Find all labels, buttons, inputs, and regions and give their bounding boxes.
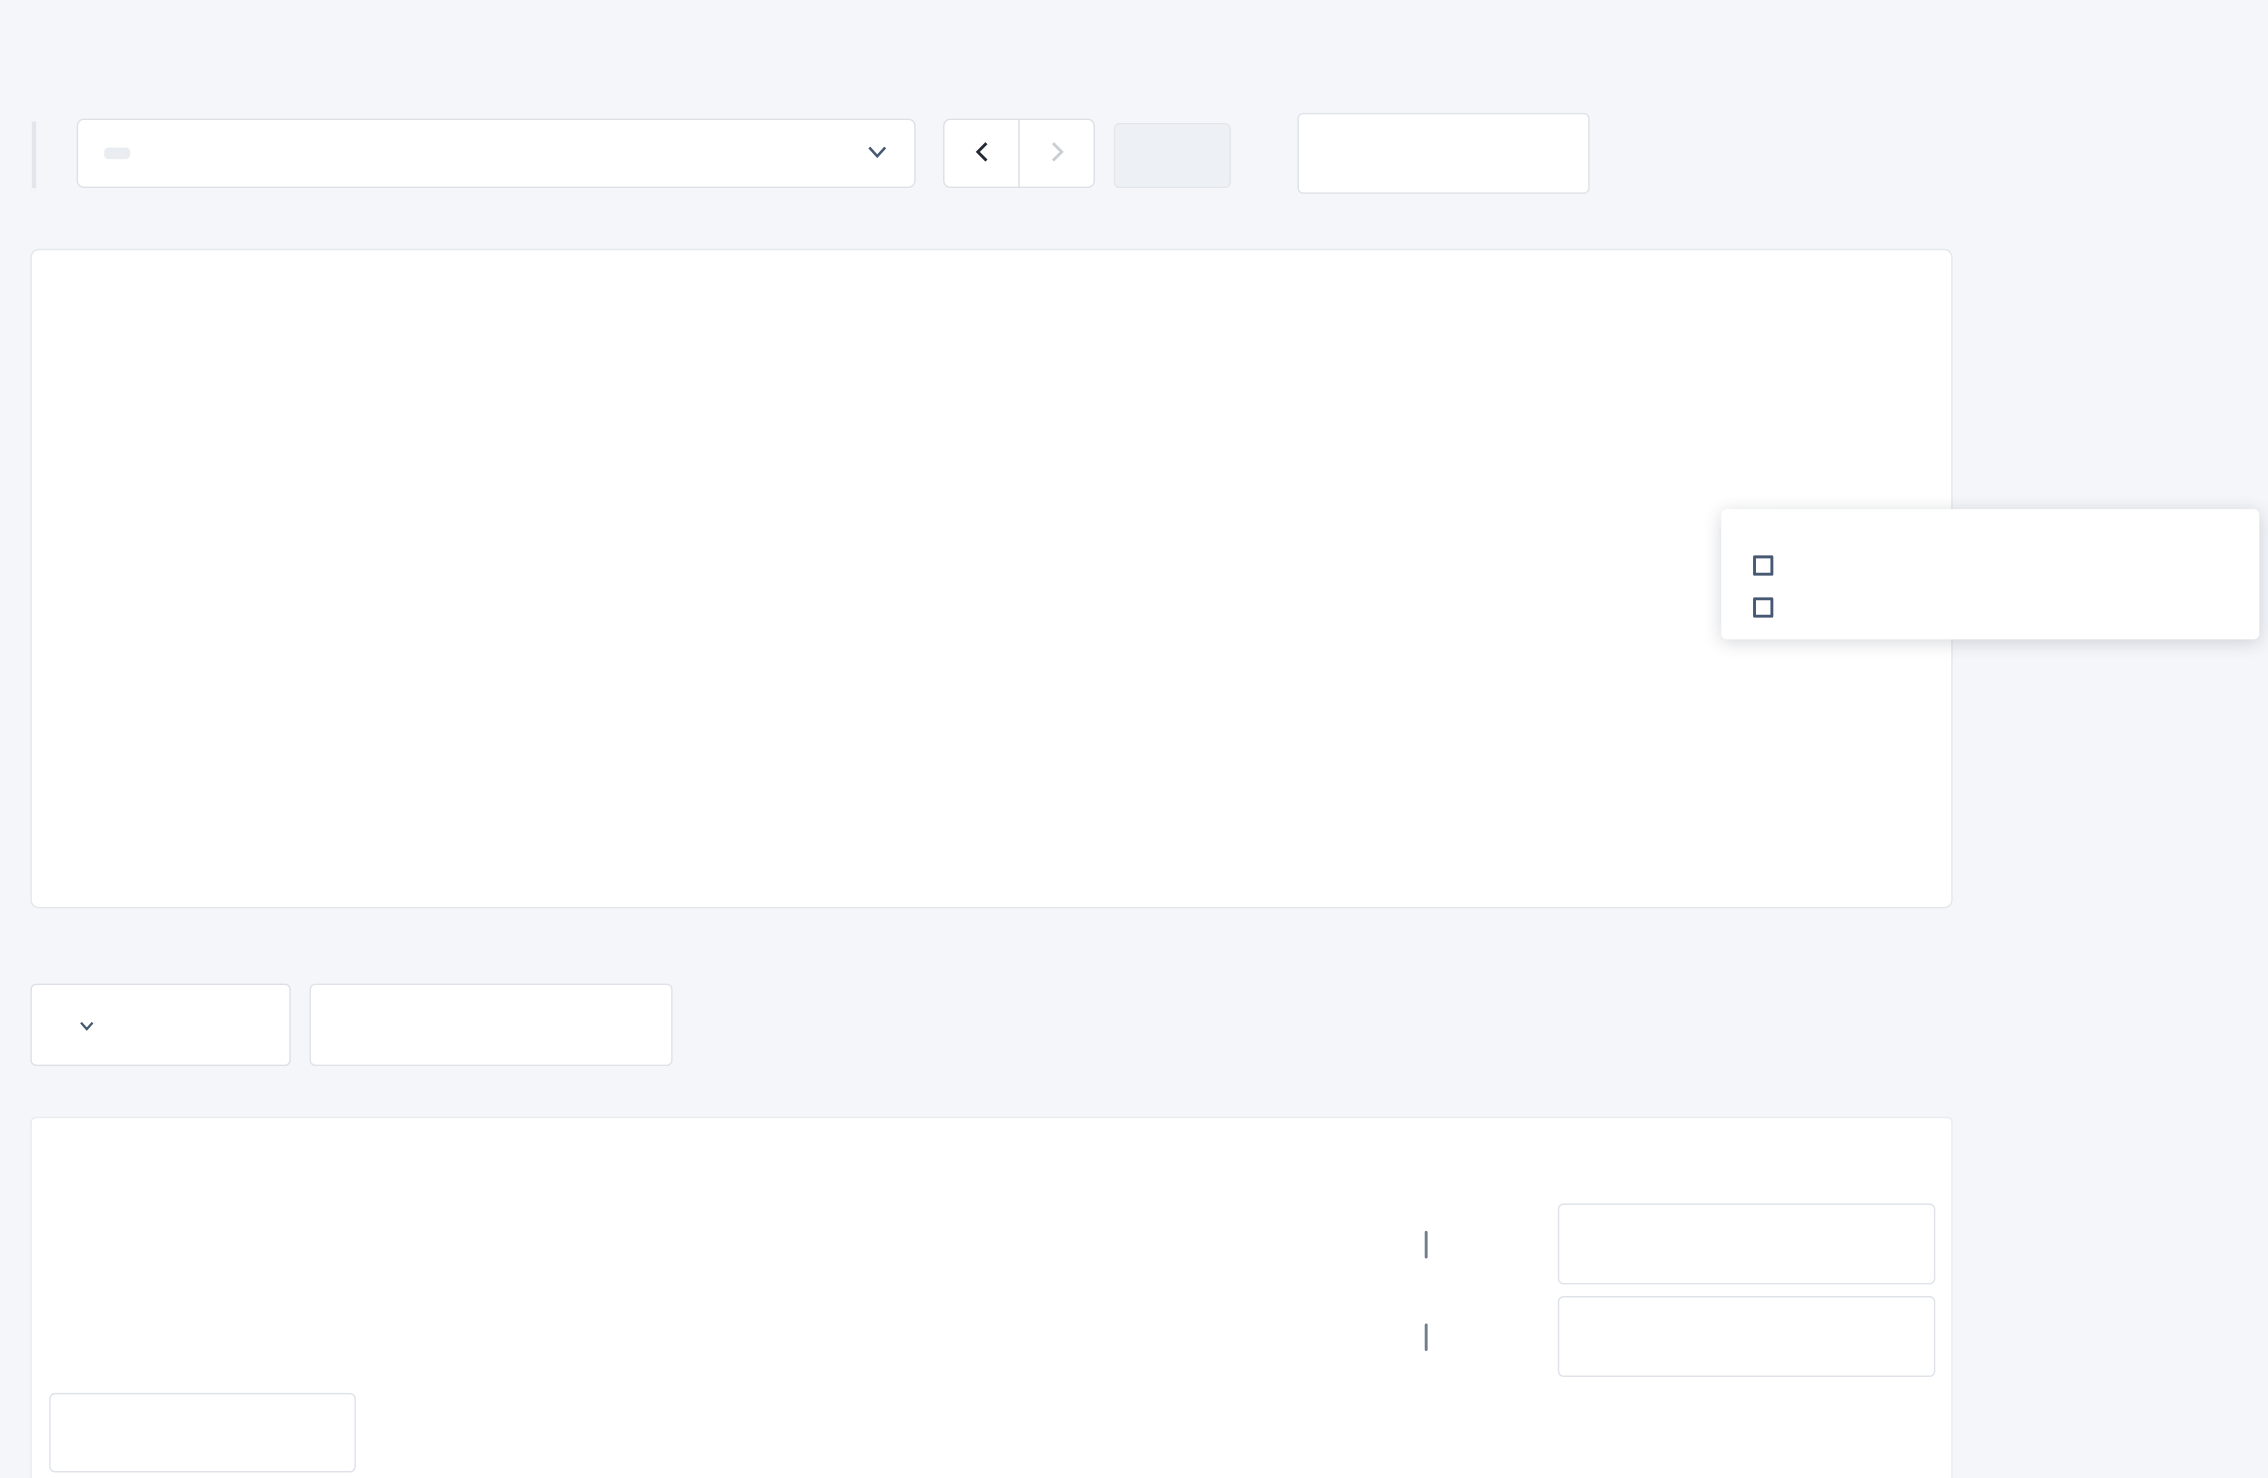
tooltip-series-row bbox=[1753, 555, 2236, 576]
chart-canvas[interactable] bbox=[32, 250, 1954, 910]
add-metric-button[interactable] bbox=[49, 1392, 356, 1473]
next-range-button[interactable] bbox=[1018, 118, 1095, 189]
remove-chart-button[interactable] bbox=[309, 983, 673, 1067]
prev-range-button[interactable] bbox=[943, 118, 1020, 189]
table-row bbox=[32, 1199, 1951, 1292]
chart-tooltip bbox=[1721, 509, 2260, 640]
metrics-table-header bbox=[32, 1118, 1951, 1199]
units-select[interactable] bbox=[30, 983, 291, 1067]
chart-card bbox=[30, 248, 1954, 910]
chevron-down-icon bbox=[866, 140, 888, 166]
chevron-right-icon bbox=[1049, 140, 1064, 167]
per-node-checkbox[interactable] bbox=[1424, 1230, 1428, 1259]
custom-chart-page bbox=[0, 0, 2268, 1478]
chevron-left-icon bbox=[974, 140, 988, 167]
tooltip-series-row bbox=[1753, 597, 2236, 618]
time-range-badge bbox=[104, 147, 131, 160]
add-chart-button[interactable] bbox=[1297, 112, 1590, 194]
series-swatch-icon bbox=[1753, 555, 1774, 576]
chevron-down-icon bbox=[78, 1012, 95, 1038]
per-node-checkbox[interactable] bbox=[1424, 1323, 1428, 1351]
now-button[interactable] bbox=[1113, 122, 1231, 189]
table-row bbox=[32, 1292, 1951, 1385]
remove-metric-button[interactable] bbox=[1557, 1202, 1936, 1284]
timescale-divider bbox=[31, 121, 37, 189]
time-range-pager bbox=[943, 118, 1095, 189]
series-swatch-icon bbox=[1753, 597, 1774, 618]
metrics-table bbox=[30, 1116, 1953, 1478]
remove-metric-button[interactable] bbox=[1557, 1295, 1936, 1377]
time-range-select[interactable] bbox=[76, 118, 916, 189]
